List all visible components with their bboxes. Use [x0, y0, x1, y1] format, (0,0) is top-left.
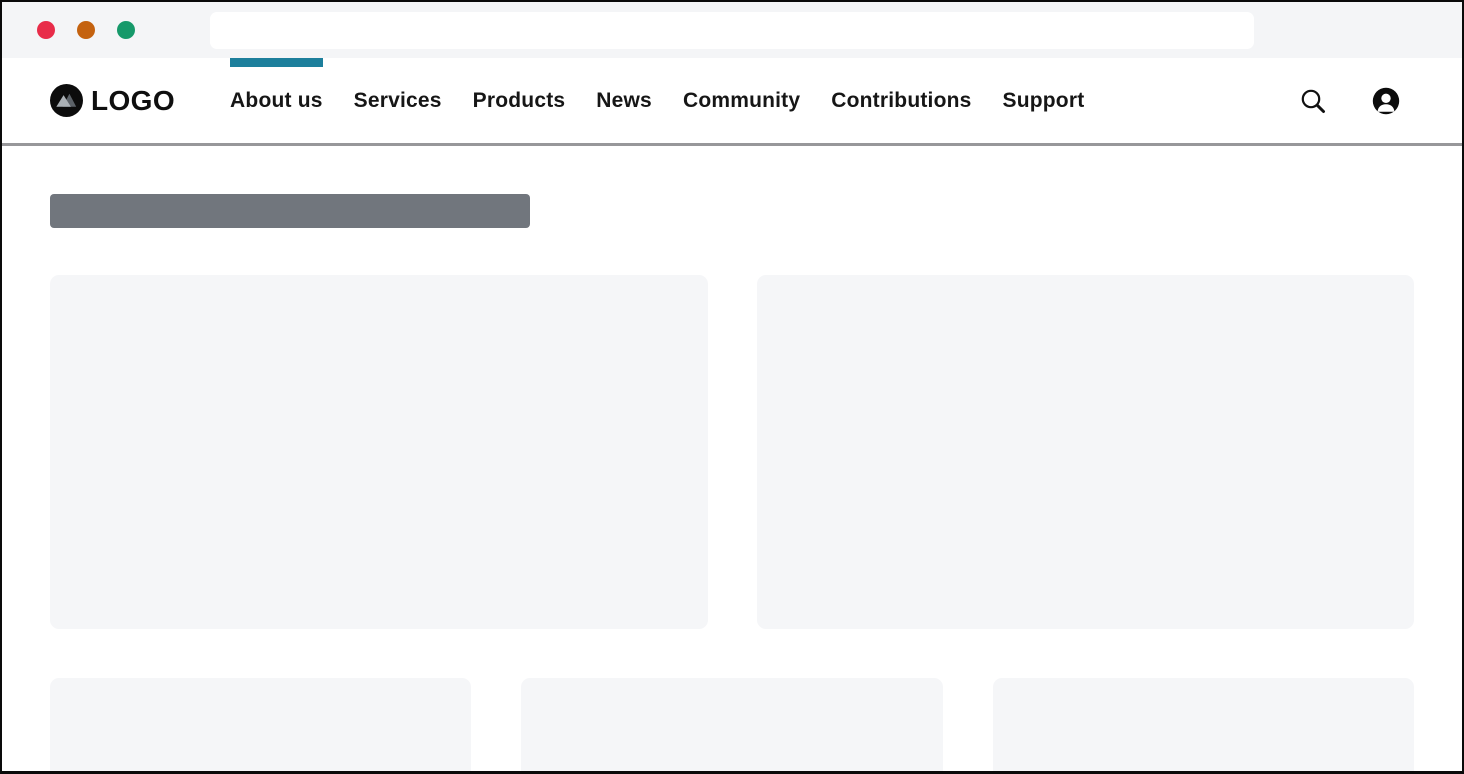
nav-label: Support: [1003, 89, 1085, 113]
window-close-button[interactable]: [37, 21, 55, 39]
feature-cards-row: [50, 275, 1414, 629]
page-title-placeholder: [50, 194, 530, 228]
content-card-placeholder: [993, 678, 1414, 774]
nav-item-community[interactable]: Community: [683, 58, 800, 143]
logo-mountain-icon: [50, 84, 83, 117]
nav-item-support[interactable]: Support: [1003, 58, 1085, 143]
nav-item-contributions[interactable]: Contributions: [831, 58, 971, 143]
page-content: [2, 194, 1462, 774]
nav-label: About us: [230, 89, 323, 113]
window-maximize-button[interactable]: [117, 21, 135, 39]
nav-item-about-us[interactable]: About us: [230, 58, 323, 143]
nav-label: Services: [354, 89, 442, 113]
window-minimize-button[interactable]: [77, 21, 95, 39]
nav-actions: [1299, 87, 1400, 115]
window-controls: [37, 21, 135, 39]
nav-label: News: [596, 89, 652, 113]
main-navigation: LOGO About us Services Products News Com…: [2, 58, 1462, 146]
content-card-placeholder: [521, 678, 942, 774]
nav-label: Products: [473, 89, 566, 113]
url-bar[interactable]: [210, 12, 1254, 49]
account-button[interactable]: [1372, 87, 1400, 115]
bottom-cards-row: [50, 678, 1414, 774]
logo-text: LOGO: [91, 85, 175, 117]
browser-chrome: [2, 2, 1462, 58]
nav-item-services[interactable]: Services: [354, 58, 442, 143]
search-button[interactable]: [1299, 87, 1327, 115]
search-icon: [1299, 87, 1327, 115]
nav-item-products[interactable]: Products: [473, 58, 566, 143]
nav-label: Community: [683, 89, 800, 113]
logo[interactable]: LOGO: [50, 84, 175, 117]
content-card-placeholder: [50, 678, 471, 774]
browser-window: LOGO About us Services Products News Com…: [0, 0, 1464, 774]
user-avatar-icon: [1372, 87, 1400, 115]
content-card-placeholder: [50, 275, 708, 629]
nav-label: Contributions: [831, 89, 971, 113]
nav-links: About us Services Products News Communit…: [230, 58, 1084, 143]
nav-item-news[interactable]: News: [596, 58, 652, 143]
content-card-placeholder: [757, 275, 1415, 629]
